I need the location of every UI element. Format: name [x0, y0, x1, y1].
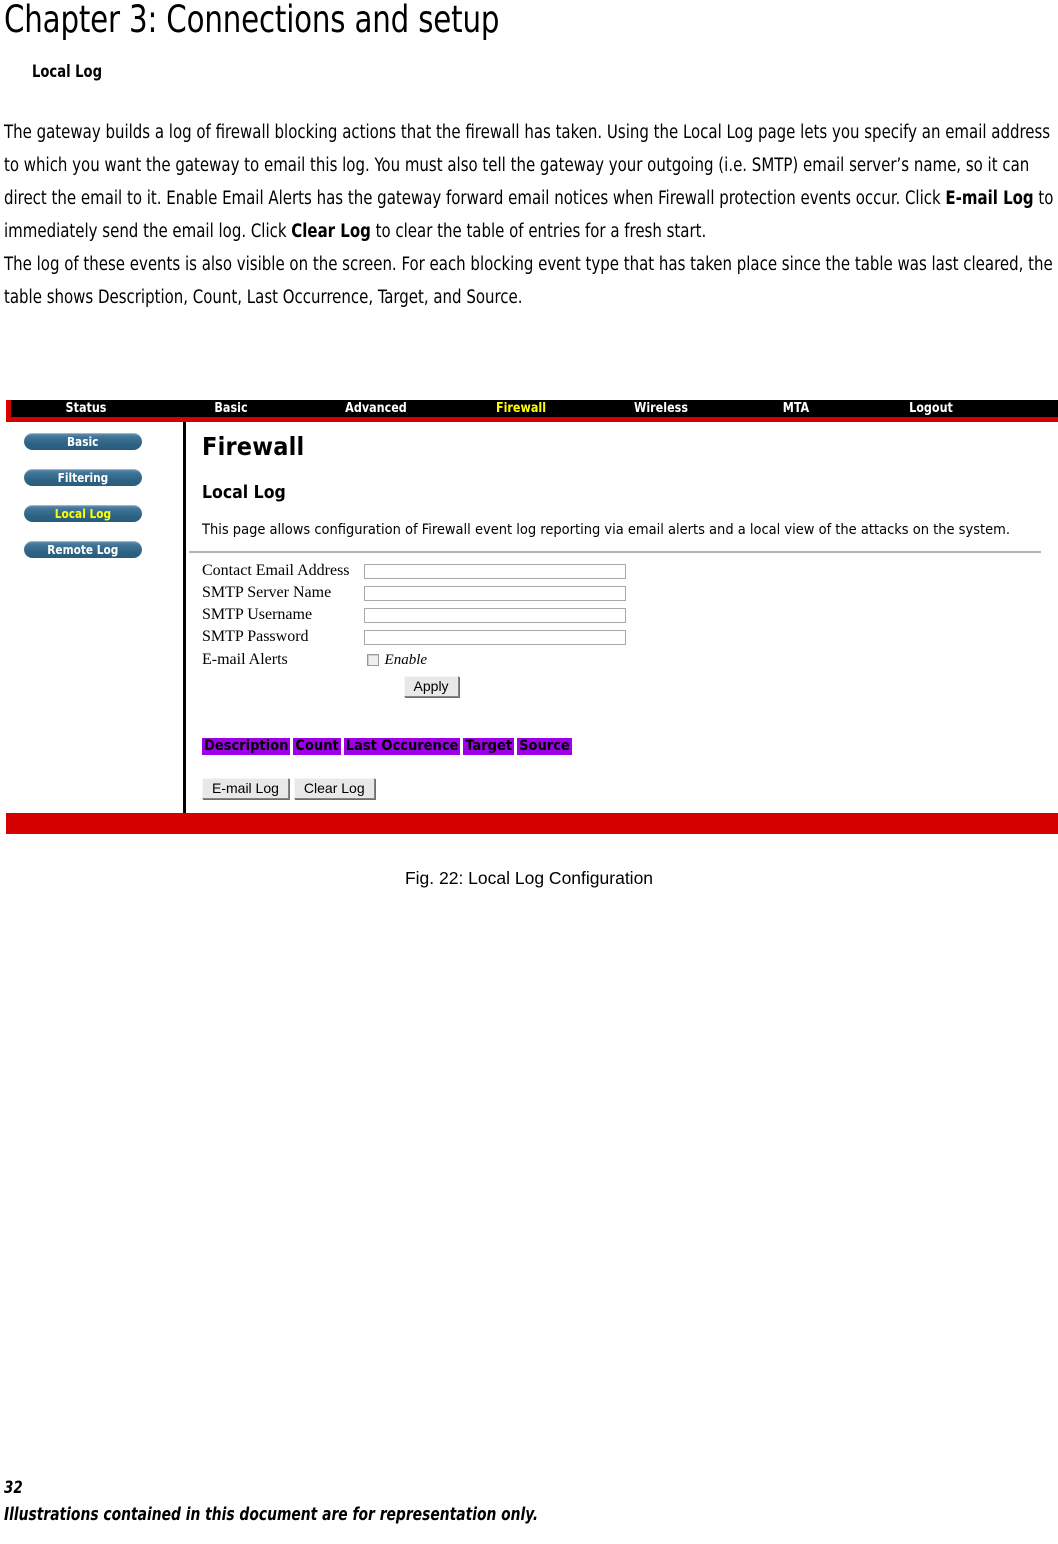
- content-panel: Firewall Local Log This page allows conf…: [189, 432, 1052, 697]
- log-table-header: Description Count Last Occurence Target Sour…: [202, 738, 575, 755]
- email-alerts-label: E-mail Alerts: [202, 651, 288, 668]
- local-log-form: Contact Email Address SMTP Server Name SMT…: [202, 560, 626, 697]
- body-text: The gateway builds a log of firewall blo…: [4, 116, 1058, 314]
- apply-button[interactable]: Apply: [403, 676, 459, 697]
- top-navigation-bar: Status Basic Advanced Firewall Wireless MTA Lo…: [6, 400, 1058, 422]
- field-input[interactable]: [363, 585, 626, 601]
- content-subheading: Local Log: [202, 483, 286, 503]
- field-label: Contact Email Address: [202, 562, 350, 579]
- nav-item-wireless[interactable]: Wireless: [597, 400, 726, 417]
- field-input-cell: [363, 626, 626, 648]
- nav-item-logout[interactable]: Logout: [867, 400, 996, 417]
- email-alerts-row: E-mail Alerts Enable: [202, 648, 626, 672]
- field-input-cell: [363, 560, 626, 582]
- field-input[interactable]: [363, 563, 626, 579]
- field-input-cell: [363, 582, 626, 604]
- form-row: SMTP Username: [202, 604, 626, 626]
- content-heading: Firewall: [202, 432, 305, 461]
- email-alerts-control[interactable]: Enable: [364, 648, 626, 672]
- apply-spacer: [202, 672, 364, 697]
- nav-item-firewall[interactable]: Firewall: [457, 400, 586, 417]
- log-table-column-header: Last Occurence: [343, 738, 461, 755]
- field-label: SMTP Username: [202, 606, 313, 623]
- apply-cell: Apply: [364, 672, 626, 697]
- sidebar: Basic Filtering Local Log Remote Log: [24, 433, 174, 577]
- sidebar-item-filtering[interactable]: Filtering: [24, 469, 142, 486]
- sidebar-item-label: Local Log: [54, 506, 112, 521]
- email-log-button[interactable]: E-mail Log: [202, 778, 289, 799]
- footer-disclaimer: Illustrations contained in this document…: [4, 1505, 539, 1525]
- bold-clear-log: Clear Log: [291, 221, 371, 242]
- log-table-column-header: Source: [517, 738, 572, 755]
- sidebar-item-label: Filtering: [57, 470, 109, 485]
- paragraph-2: The log of these events is also visible …: [4, 254, 1053, 308]
- field-label: SMTP Password: [202, 628, 309, 645]
- sidebar-item-remote-log[interactable]: Remote Log: [24, 541, 142, 558]
- email-alerts-checkbox[interactable]: [366, 654, 379, 666]
- nav-item-basic[interactable]: Basic: [167, 400, 296, 417]
- footer-accent-bar: [6, 813, 1058, 834]
- log-action-buttons: E-mail Log Clear Log: [202, 778, 375, 799]
- paragraph-1-part-3: to clear the table of entries for a fres…: [370, 221, 707, 242]
- email-alerts-checkbox-label[interactable]: Enable: [385, 652, 428, 668]
- horizontal-rule: [189, 551, 1041, 553]
- form-row: Contact Email Address: [202, 560, 626, 582]
- nav-item-status[interactable]: Status: [17, 400, 155, 417]
- field-input[interactable]: [363, 607, 626, 623]
- form-row: SMTP Password: [202, 626, 626, 648]
- sidebar-item-label: Basic: [67, 434, 99, 449]
- page-number: 32: [4, 1478, 23, 1498]
- paragraph-1: The gateway builds a log of firewall blo…: [4, 116, 1058, 248]
- nav-item-mta[interactable]: MTA: [736, 400, 856, 417]
- log-table-column-header: Description: [202, 738, 291, 755]
- field-input[interactable]: [363, 629, 626, 645]
- bold-email-log: E-mail Log: [945, 188, 1034, 209]
- content-description: This page allows configuration of Firewa…: [202, 522, 1010, 538]
- sidebar-item-local-log[interactable]: Local Log: [24, 505, 142, 522]
- paragraph-1-part-1: The gateway builds a log of firewall blo…: [4, 122, 1051, 209]
- sidebar-item-label: Remote Log: [47, 542, 119, 557]
- apply-row: Apply: [202, 672, 626, 697]
- field-label: SMTP Server Name: [202, 584, 332, 601]
- log-table-column-header: Count: [293, 738, 341, 755]
- sidebar-item-basic[interactable]: Basic: [24, 433, 142, 450]
- top-nav-items: Status Basic Advanced Firewall Wireless MTA Lo…: [11, 400, 1058, 417]
- page-title: Chapter 3: Connections and setup: [4, 0, 500, 41]
- nav-item-advanced[interactable]: Advanced: [307, 400, 445, 417]
- field-input-cell: [363, 604, 626, 626]
- sidebar-divider: [183, 422, 186, 815]
- figure-caption: Fig. 22: Local Log Configuration: [404, 868, 654, 888]
- log-table-column-header: Target: [463, 738, 515, 755]
- section-heading: Local Log: [32, 62, 103, 82]
- router-admin-screenshot: Status Basic Advanced Firewall Wireless MTA Lo…: [6, 400, 1058, 834]
- clear-log-button[interactable]: Clear Log: [293, 778, 375, 799]
- form-row: SMTP Server Name: [202, 582, 626, 604]
